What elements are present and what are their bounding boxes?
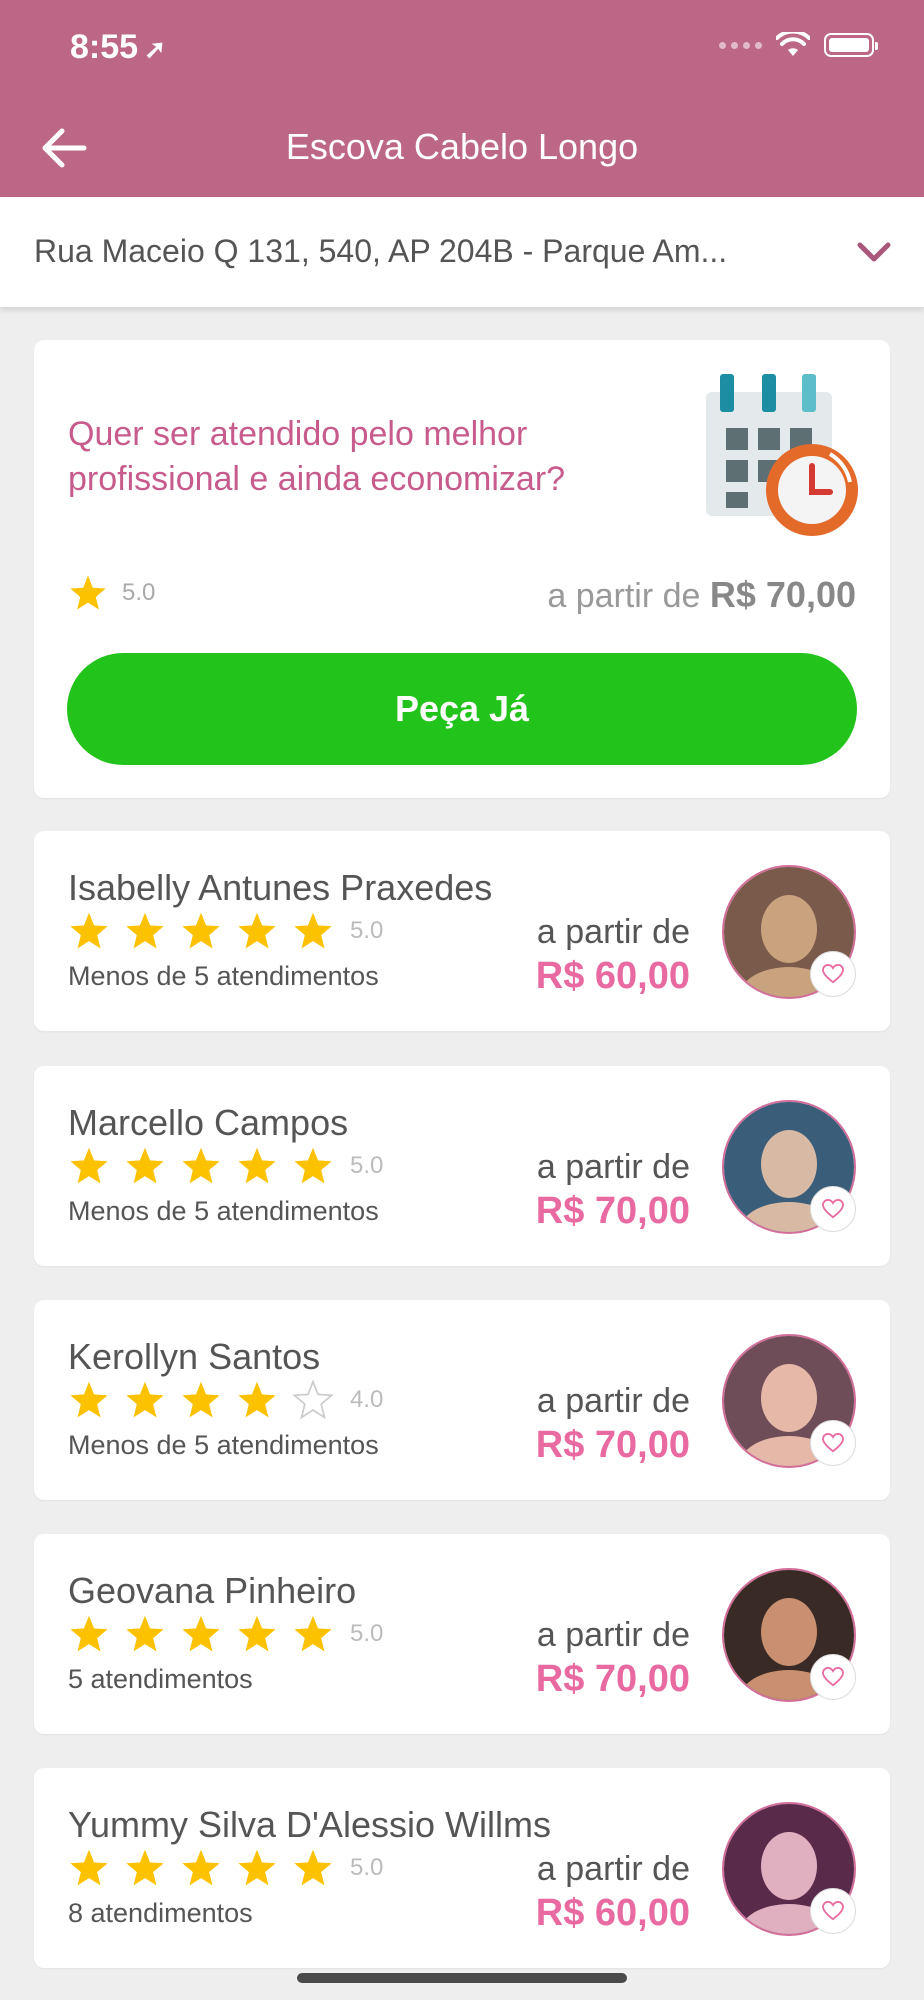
page-title: Escova Cabelo Longo [285, 126, 639, 167]
promo-rating-value: 5.0 [122, 579, 156, 606]
promo-price: a partir de R$ 70,00 [547, 574, 856, 616]
star-filled-icon [182, 1615, 220, 1652]
star-filled-icon [238, 1615, 276, 1652]
rating-stars: 5.0 [68, 1146, 383, 1186]
rating-value: 5.0 [350, 917, 384, 944]
promo-price-prefix: a partir de [547, 577, 701, 615]
heart-icon [822, 964, 844, 984]
promo-rating: 5.0 [68, 574, 155, 612]
avatar-container [722, 865, 856, 999]
favorite-button[interactable] [810, 1186, 856, 1232]
star-filled-icon [238, 1381, 276, 1418]
rating-value: 5.0 [350, 1152, 384, 1179]
status-bar: 8:55 ➚ [0, 0, 924, 100]
professional-name: Geovana Pinheiro [68, 1570, 357, 1611]
calendar-clock-icon [706, 374, 858, 536]
appointments-count: Menos de 5 atendimentos [68, 1196, 379, 1226]
price-prefix: a partir de [536, 1148, 690, 1186]
price-prefix: a partir de [536, 1616, 690, 1654]
star-filled-icon [238, 912, 276, 949]
star-filled-icon [70, 1849, 108, 1886]
appointments-count: 5 atendimentos [68, 1664, 253, 1694]
star-filled-icon [294, 1147, 332, 1184]
favorite-button[interactable] [810, 951, 856, 997]
star-filled-icon [182, 1381, 220, 1418]
price-value: R$ 60,00 [535, 955, 690, 997]
price-value: R$ 60,00 [535, 1892, 690, 1934]
signal-dots-icon [719, 41, 762, 49]
heart-icon [822, 1901, 844, 1921]
price-prefix: a partir de [536, 913, 690, 951]
appointments-count: Menos de 5 atendimentos [68, 961, 379, 991]
professional-card[interactable]: Geovana Pinheiro 5.0 5 atendimentos a pa… [34, 1534, 890, 1734]
rating-stars: 5.0 [68, 1614, 383, 1654]
address-selector[interactable]: Rua Maceio Q 131, 540, AP 204B - Parque … [0, 197, 924, 307]
star-filled-icon [182, 1849, 220, 1886]
nav-bar: Escova Cabelo Longo [0, 100, 924, 197]
price-prefix: a partir de [536, 1382, 690, 1420]
battery-icon [824, 33, 878, 57]
star-filled-icon [126, 1849, 164, 1886]
promo-text: Quer ser atendido pelo melhor profission… [68, 415, 566, 498]
promo-price-value: R$ 70,00 [709, 574, 856, 615]
rating-value: 5.0 [350, 1854, 384, 1881]
rating-stars: 5.0 [68, 1848, 383, 1888]
order-now-button[interactable]: Peça Já [67, 653, 857, 765]
professional-card[interactable]: Isabelly Antunes Praxedes 5.0 Menos de 5… [34, 831, 890, 1031]
heart-icon [822, 1667, 844, 1687]
star-filled-icon [126, 1615, 164, 1652]
star-filled-icon [126, 1147, 164, 1184]
professional-name: Yummy Silva D'Alessio Willms [68, 1804, 551, 1845]
appointments-count: 8 atendimentos [68, 1898, 253, 1928]
star-filled-icon [238, 1147, 276, 1184]
star-filled-icon [238, 1849, 276, 1886]
favorite-button[interactable] [810, 1654, 856, 1700]
chevron-down-icon [857, 242, 891, 262]
star-filled-icon [70, 1147, 108, 1184]
price-value: R$ 70,00 [535, 1190, 690, 1232]
heart-icon [822, 1199, 844, 1219]
professional-card[interactable]: Kerollyn Santos 4.0 Menos de 5 atendimen… [34, 1300, 890, 1500]
price-value: R$ 70,00 [535, 1658, 690, 1700]
price-prefix: a partir de [536, 1850, 690, 1888]
star-filled-icon [126, 1381, 164, 1418]
heart-icon [822, 1433, 844, 1453]
avatar-container [722, 1100, 856, 1234]
professional-name: Marcello Campos [68, 1102, 349, 1143]
professional-card[interactable]: Yummy Silva D'Alessio Willms 5.0 8 atend… [34, 1768, 890, 1968]
rating-value: 5.0 [350, 1620, 384, 1647]
star-filled-icon [182, 1147, 220, 1184]
professional-name: Kerollyn Santos [68, 1336, 321, 1377]
avatar-container [722, 1802, 856, 1936]
avatar-container [722, 1568, 856, 1702]
home-indicator[interactable] [297, 1973, 627, 1983]
star-empty-icon [292, 1380, 334, 1420]
status-icons [719, 32, 878, 58]
promo-card: Quer ser atendido pelo melhor profission… [34, 340, 890, 798]
star-filled-icon [126, 912, 164, 949]
star-filled-icon [294, 912, 332, 949]
address-text: Rua Maceio Q 131, 540, AP 204B - Parque … [34, 233, 728, 269]
status-time-text: 8:55 [70, 28, 139, 66]
location-arrow-icon: ➚ [144, 34, 166, 64]
professional-name: Isabelly Antunes Praxedes [68, 867, 493, 908]
rating-stars: 5.0 [68, 911, 383, 951]
avatar-container [722, 1334, 856, 1468]
star-filled-icon [294, 1849, 332, 1886]
professional-card[interactable]: Marcello Campos 5.0 Menos de 5 atendimen… [34, 1066, 890, 1266]
favorite-button[interactable] [810, 1888, 856, 1934]
star-filled-icon [70, 912, 108, 949]
wifi-icon [776, 32, 810, 56]
appointments-count: Menos de 5 atendimentos [68, 1430, 379, 1460]
favorite-button[interactable] [810, 1420, 856, 1466]
rating-stars: 4.0 [68, 1380, 383, 1420]
status-time: 8:55 ➚ [70, 28, 166, 67]
star-filled-icon [70, 1381, 108, 1418]
rating-value: 4.0 [350, 1386, 384, 1413]
star-filled-icon [182, 912, 220, 949]
star-icon [70, 575, 106, 610]
star-filled-icon [70, 1615, 108, 1652]
star-filled-icon [294, 1615, 332, 1652]
price-value: R$ 70,00 [535, 1424, 690, 1466]
